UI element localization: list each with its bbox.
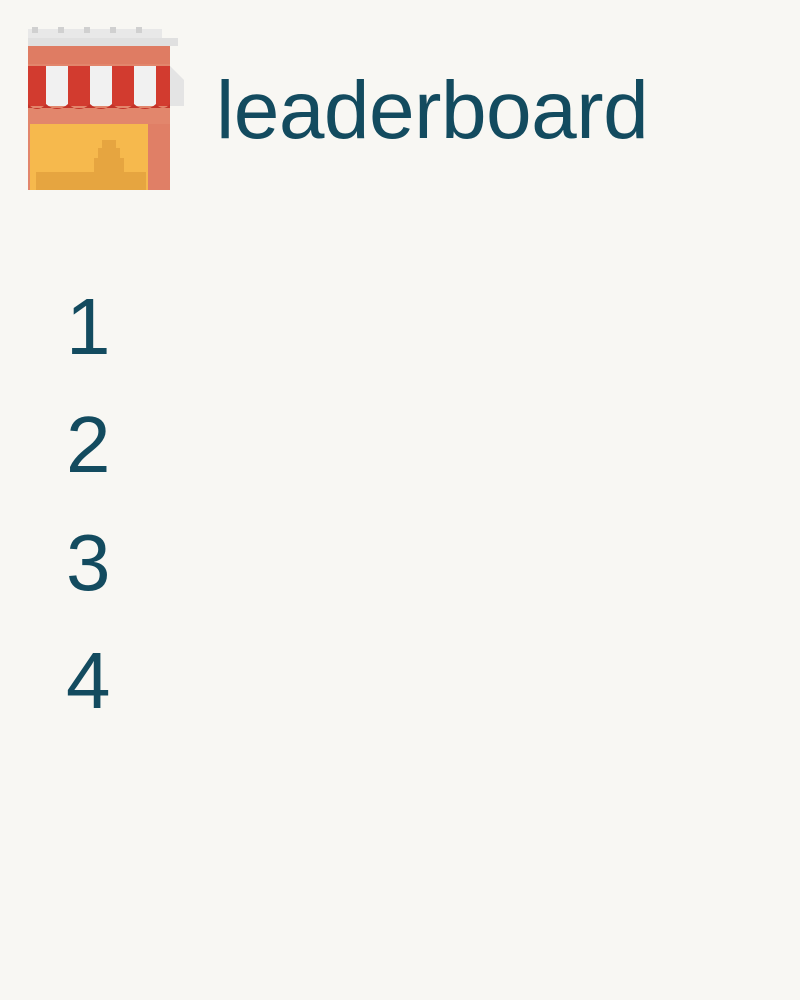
page-title: leaderboard xyxy=(216,65,649,156)
leaderboard-list: 1 2 3 4 xyxy=(66,282,111,754)
rank-number: 2 xyxy=(66,400,111,489)
rank-number: 1 xyxy=(66,282,111,371)
rank-number: 4 xyxy=(66,636,111,725)
header: leaderboard xyxy=(28,26,768,196)
rank-number: 3 xyxy=(66,518,111,607)
storefront-icon xyxy=(28,26,189,190)
